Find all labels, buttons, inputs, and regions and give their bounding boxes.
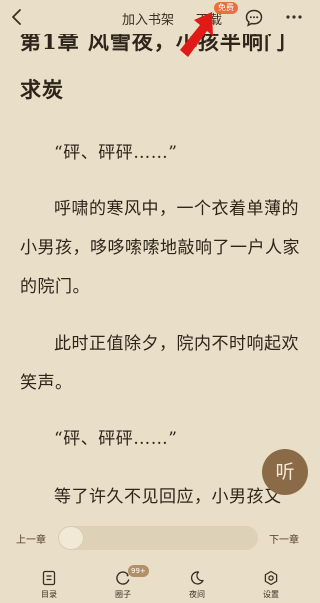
- more-icon[interactable]: [285, 14, 303, 20]
- nav-label: 夜间: [189, 590, 205, 599]
- bottom-panel: 上一章 下一章 目录 99+ 圈子 夜间 设置: [0, 515, 320, 603]
- comment-icon[interactable]: [244, 8, 264, 28]
- settings-icon: [264, 570, 278, 586]
- free-badge: 免费: [214, 2, 238, 14]
- nav-label: 目录: [41, 590, 57, 599]
- paragraph: “砰、砰砰……”: [54, 143, 178, 163]
- paragraph: 呼啸的寒风中，一个衣着单薄的小男孩，哆哆嗦嗦地敲响了一户人家的院门。: [20, 199, 300, 297]
- prev-chapter-button[interactable]: 上一章: [16, 531, 46, 546]
- arrow-icon: [180, 12, 213, 57]
- progress-slider[interactable]: [58, 526, 258, 550]
- toc-icon: [42, 570, 56, 586]
- paragraph: “砰、砰砰……”: [54, 429, 178, 449]
- progress-slider-thumb[interactable]: [59, 527, 83, 549]
- nav-item-night[interactable]: 夜间: [175, 570, 219, 600]
- circle-count-badge: 99+: [128, 565, 149, 577]
- nav-item-settings[interactable]: 设置: [249, 570, 293, 600]
- add-to-shelf-button[interactable]: 加入书架: [122, 9, 174, 28]
- nav-label: 设置: [263, 590, 279, 599]
- reader-page[interactable]: 第1章 风雪夜，小孩半响门 求炭 “砰、砰砰……” 呼啸的寒风中，一个衣着单薄的…: [0, 0, 320, 603]
- top-bar: 加入书架 下载 免费: [0, 0, 320, 34]
- moon-icon: [190, 571, 204, 585]
- chapter-title-line2: 求炭: [20, 77, 64, 102]
- nav-label: 圈子: [115, 590, 131, 599]
- nav-item-circle[interactable]: 99+ 圈子: [101, 565, 149, 600]
- paragraph: 此时正值除夕，院内不时响起欢笑声。: [20, 334, 299, 393]
- listen-button[interactable]: 听: [262, 449, 308, 495]
- back-icon[interactable]: [8, 7, 26, 27]
- next-chapter-button[interactable]: 下一章: [269, 531, 299, 546]
- nav-item-toc[interactable]: 目录: [27, 570, 71, 600]
